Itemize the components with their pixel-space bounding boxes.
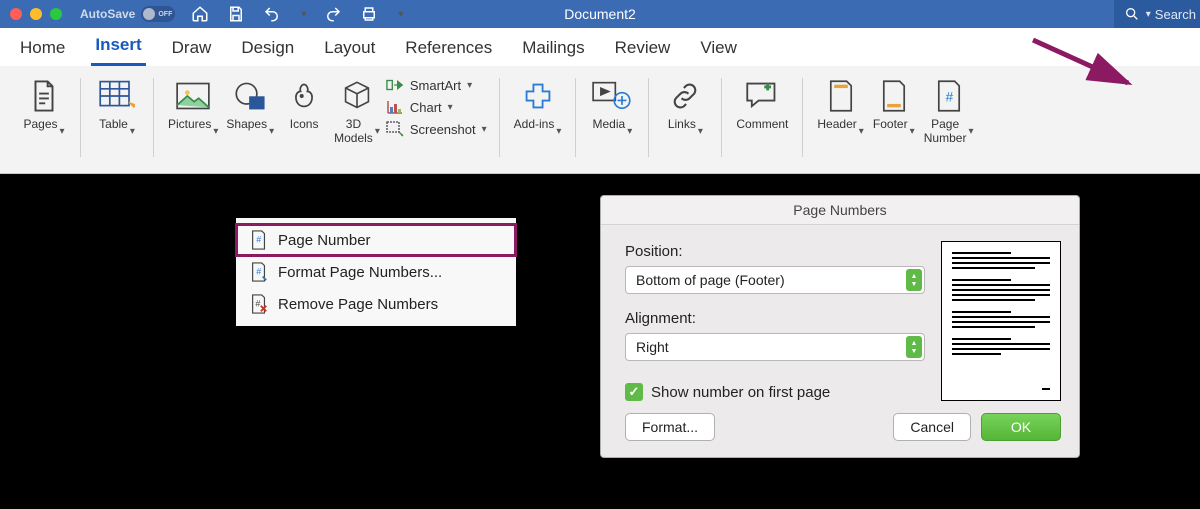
menu-page-number[interactable]: # Page Number bbox=[236, 224, 516, 256]
save-icon[interactable] bbox=[227, 5, 245, 23]
combo-stepper-icon: ▲▼ bbox=[906, 336, 922, 358]
addins-icon bbox=[522, 76, 554, 116]
zoom-window-button[interactable] bbox=[50, 8, 62, 20]
format-page-numbers-icon: # bbox=[250, 262, 268, 282]
shapes-icon bbox=[234, 76, 266, 116]
table-icon bbox=[99, 76, 135, 116]
quick-access-toolbar: ▾ ▾ bbox=[191, 5, 403, 23]
tab-draw[interactable]: Draw bbox=[168, 33, 216, 66]
ribbon-tabs: Home Insert Draw Design Layout Reference… bbox=[0, 28, 1200, 66]
position-combo[interactable]: Bottom of page (Footer) ▲▼ bbox=[625, 266, 925, 294]
footer-icon bbox=[880, 76, 908, 116]
chart-button[interactable]: Chart▾ bbox=[384, 98, 489, 116]
svg-text:#: # bbox=[256, 267, 261, 277]
tab-design[interactable]: Design bbox=[237, 33, 298, 66]
autosave-label: AutoSave bbox=[80, 7, 135, 21]
toggle-off-icon: OFF bbox=[141, 6, 175, 22]
format-button[interactable]: Format... bbox=[625, 413, 715, 441]
show-first-page-label: Show number on first page bbox=[651, 384, 830, 401]
links-icon bbox=[669, 76, 701, 116]
remove-page-numbers-icon: # bbox=[250, 294, 268, 314]
svg-text:#: # bbox=[945, 90, 953, 105]
dialog-title: Page Numbers bbox=[601, 196, 1079, 225]
pages-icon bbox=[29, 76, 59, 116]
print-icon[interactable] bbox=[360, 5, 378, 23]
tab-mailings[interactable]: Mailings bbox=[518, 33, 588, 66]
tab-insert[interactable]: Insert bbox=[91, 30, 145, 66]
search-icon bbox=[1124, 6, 1140, 22]
chart-icon bbox=[386, 99, 404, 115]
tab-review[interactable]: Review bbox=[611, 33, 675, 66]
media-icon bbox=[592, 76, 632, 116]
redo-icon[interactable] bbox=[324, 5, 342, 23]
page-number-menu: # Page Number # Format Page Numbers... #… bbox=[236, 218, 516, 326]
footer-button[interactable]: Footer▾ bbox=[868, 74, 920, 148]
page-numbers-dialog: Page Numbers Position: Bottom of page (F… bbox=[600, 195, 1080, 458]
document-title: Document2 bbox=[564, 6, 636, 22]
3d-models-icon bbox=[342, 76, 372, 116]
header-button[interactable]: Header▾ bbox=[813, 74, 867, 148]
links-button[interactable]: Links▾ bbox=[659, 74, 711, 148]
minimize-window-button[interactable] bbox=[30, 8, 42, 20]
header-icon bbox=[827, 76, 855, 116]
page-number-icon: # bbox=[935, 76, 963, 116]
shapes-button[interactable]: Shapes▾ bbox=[222, 74, 278, 148]
window-controls bbox=[0, 8, 62, 20]
position-label: Position: bbox=[625, 243, 925, 260]
alignment-value: Right bbox=[636, 339, 669, 355]
pages-button[interactable]: Pages▾ bbox=[18, 74, 70, 148]
tab-home[interactable]: Home bbox=[16, 33, 69, 66]
smartart-icon bbox=[386, 77, 404, 93]
tab-references[interactable]: References bbox=[401, 33, 496, 66]
comment-icon bbox=[745, 76, 779, 116]
3d-models-button[interactable]: 3D Models▾ bbox=[330, 74, 384, 148]
menu-remove-page-numbers[interactable]: # Remove Page Numbers bbox=[236, 288, 516, 320]
autosave-toggle[interactable]: AutoSave OFF bbox=[80, 6, 175, 22]
ribbon: Pages▾ Table▾ Pictures▾ Shapes▾ Icons 3D… bbox=[0, 66, 1200, 174]
smartart-button[interactable]: SmartArt▾ bbox=[384, 76, 489, 94]
undo-dropdown[interactable]: ▾ bbox=[301, 9, 306, 20]
position-value: Bottom of page (Footer) bbox=[636, 272, 785, 288]
svg-text:#: # bbox=[255, 299, 260, 309]
comment-button[interactable]: Comment bbox=[732, 74, 792, 148]
svg-text:#: # bbox=[256, 235, 261, 245]
pictures-button[interactable]: Pictures▾ bbox=[164, 74, 222, 148]
ok-button[interactable]: OK bbox=[981, 413, 1061, 441]
search-placeholder: Search bbox=[1155, 7, 1196, 22]
checkbox-checked-icon: ✓ bbox=[625, 383, 643, 401]
icons-icon bbox=[289, 76, 319, 116]
menu-format-page-numbers[interactable]: # Format Page Numbers... bbox=[236, 256, 516, 288]
page-number-menu-icon: # bbox=[250, 230, 268, 250]
search-box[interactable]: ▾ Search bbox=[1114, 0, 1200, 28]
cancel-button[interactable]: Cancel bbox=[893, 413, 971, 441]
pictures-icon bbox=[176, 76, 210, 116]
titlebar: AutoSave OFF ▾ ▾ Document2 ▾ Search bbox=[0, 0, 1200, 28]
media-button[interactable]: Media▾ bbox=[586, 74, 638, 148]
table-button[interactable]: Table▾ bbox=[91, 74, 143, 148]
page-number-button[interactable]: # Page Number▾ bbox=[920, 74, 978, 148]
tab-view[interactable]: View bbox=[696, 33, 741, 66]
alignment-label: Alignment: bbox=[625, 310, 925, 327]
home-icon[interactable] bbox=[191, 5, 209, 23]
close-window-button[interactable] bbox=[10, 8, 22, 20]
screenshot-button[interactable]: Screenshot▾ bbox=[384, 120, 489, 138]
page-preview bbox=[941, 241, 1061, 401]
tab-layout[interactable]: Layout bbox=[320, 33, 379, 66]
qat-customize-dropdown[interactable]: ▾ bbox=[398, 9, 403, 20]
undo-icon[interactable] bbox=[263, 5, 281, 23]
show-first-page-checkbox[interactable]: ✓ Show number on first page bbox=[625, 383, 925, 401]
addins-button[interactable]: Add-ins▾ bbox=[510, 74, 566, 148]
screenshot-icon bbox=[386, 121, 404, 137]
alignment-combo[interactable]: Right ▲▼ bbox=[625, 333, 925, 361]
icons-button[interactable]: Icons bbox=[278, 74, 330, 148]
combo-stepper-icon: ▲▼ bbox=[906, 269, 922, 291]
